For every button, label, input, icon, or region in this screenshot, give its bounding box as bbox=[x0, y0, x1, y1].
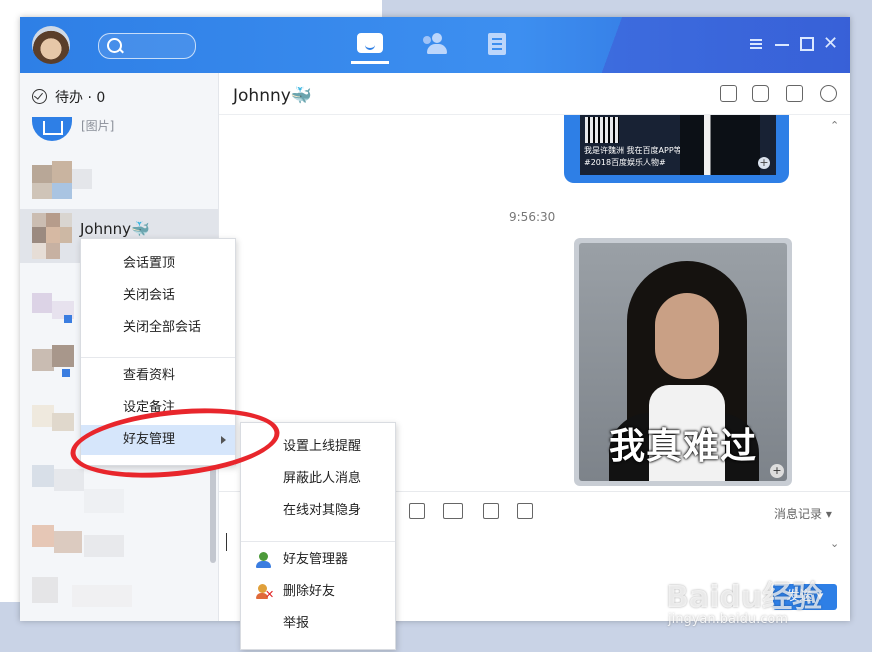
menu-divider bbox=[241, 541, 395, 542]
menu-item-label: 查看资料 bbox=[123, 368, 176, 383]
contacts-tab-icon[interactable] bbox=[422, 33, 450, 57]
menu-item-label: 删除好友 bbox=[283, 584, 336, 599]
message-history-button[interactable]: 消息记录 ▾ bbox=[774, 505, 832, 522]
voice-call-icon[interactable] bbox=[752, 85, 769, 102]
menu-item-label: 屏蔽此人消息 bbox=[283, 471, 362, 486]
zoom-in-icon[interactable]: + bbox=[770, 464, 784, 478]
qr-code-image bbox=[585, 117, 619, 143]
submenu-item-block-messages[interactable]: 屏蔽此人消息 bbox=[241, 464, 395, 494]
menu-item-view-profile[interactable]: 查看资料 bbox=[81, 361, 235, 391]
message-timestamp: 9:56:30 bbox=[509, 210, 556, 224]
shared-card-photo bbox=[680, 115, 760, 175]
menu-item-label: 关闭会话 bbox=[123, 288, 176, 303]
folder-icon[interactable] bbox=[443, 503, 463, 519]
menu-item-label: 举报 bbox=[283, 616, 310, 631]
menu-item-label: 好友管理器 bbox=[283, 552, 349, 567]
submenu-item-report[interactable]: 举报 bbox=[241, 609, 395, 639]
history-label: 消息记录 bbox=[774, 507, 823, 521]
image-icon[interactable] bbox=[409, 503, 425, 519]
delete-friend-icon: ✕ bbox=[256, 584, 274, 600]
device-conversation-icon[interactable] bbox=[32, 117, 72, 141]
chat-title: Johnny🐳 bbox=[233, 86, 312, 106]
settings-icon[interactable] bbox=[820, 85, 837, 102]
meme-image-bubble[interactable]: 我真难过 + bbox=[574, 238, 792, 486]
notes-tab-icon[interactable] bbox=[486, 33, 514, 57]
todo-button[interactable]: 待办 · 0 bbox=[32, 87, 105, 107]
friend-manager-icon bbox=[256, 552, 272, 568]
my-avatar[interactable] bbox=[32, 26, 70, 64]
chevron-down-icon[interactable]: ⌄ bbox=[830, 537, 839, 550]
menu-item-pin[interactable]: 会话置顶 bbox=[81, 249, 235, 279]
add-member-icon[interactable] bbox=[786, 85, 803, 102]
menu-item-label: 关闭全部会话 bbox=[123, 320, 202, 335]
calendar-icon[interactable] bbox=[517, 503, 533, 519]
todo-label: 待办 · 0 bbox=[55, 90, 106, 106]
conversation-preview: [图片] bbox=[81, 119, 115, 133]
contact-avatar bbox=[32, 213, 72, 259]
menu-item-label: 会话置顶 bbox=[123, 256, 176, 271]
friend-management-submenu: 设置上线提醒 屏蔽此人消息 在线对其隐身 好友管理器 ✕ 删除好友 举报 bbox=[240, 422, 396, 650]
shared-card-image: 我是许魏洲 我在百度APP等你 #2018百度娱乐人物# + bbox=[580, 115, 776, 175]
search-icon bbox=[107, 38, 122, 53]
blurred-contact-avatar[interactable] bbox=[32, 161, 102, 201]
baidu-watermark: Baidu经验 bbox=[666, 580, 823, 615]
menu-item-close-conversation[interactable]: 关闭会话 bbox=[81, 281, 235, 311]
close-icon[interactable]: ✕ bbox=[823, 35, 838, 53]
menu-item-label: 设置上线提醒 bbox=[283, 439, 362, 454]
screen-share-icon[interactable] bbox=[720, 85, 737, 102]
watermark-url: jingyan.baidu.com bbox=[668, 612, 788, 627]
minimize-icon[interactable] bbox=[775, 37, 789, 51]
title-bar: ✕ bbox=[20, 17, 850, 73]
menu-icon[interactable] bbox=[749, 37, 763, 51]
submenu-item-appear-offline[interactable]: 在线对其隐身 bbox=[241, 496, 395, 526]
menu-item-close-all[interactable]: 关闭全部会话 bbox=[81, 313, 235, 343]
text-cursor bbox=[226, 533, 227, 551]
zoom-in-icon[interactable]: + bbox=[758, 157, 770, 169]
meme-photo: 我真难过 bbox=[579, 243, 787, 481]
submenu-item-friend-manager[interactable]: 好友管理器 bbox=[241, 545, 395, 575]
screenshot-icon[interactable] bbox=[483, 503, 499, 519]
maximize-icon[interactable] bbox=[800, 37, 814, 51]
search-box[interactable] bbox=[98, 33, 196, 59]
selected-contact-name: Johnny🐳 bbox=[80, 220, 150, 238]
meme-caption: 我真难过 bbox=[608, 426, 757, 467]
menu-item-label: 在线对其隐身 bbox=[283, 503, 362, 518]
menu-divider bbox=[81, 357, 235, 358]
chevron-up-icon[interactable]: ⌃ bbox=[830, 119, 839, 132]
chat-tab-icon[interactable] bbox=[351, 33, 389, 64]
shared-card-bubble[interactable]: 我是许魏洲 我在百度APP等你 #2018百度娱乐人物# + bbox=[564, 115, 789, 183]
check-circle-icon bbox=[32, 89, 47, 104]
submenu-item-delete-friend[interactable]: ✕ 删除好友 bbox=[241, 577, 395, 607]
